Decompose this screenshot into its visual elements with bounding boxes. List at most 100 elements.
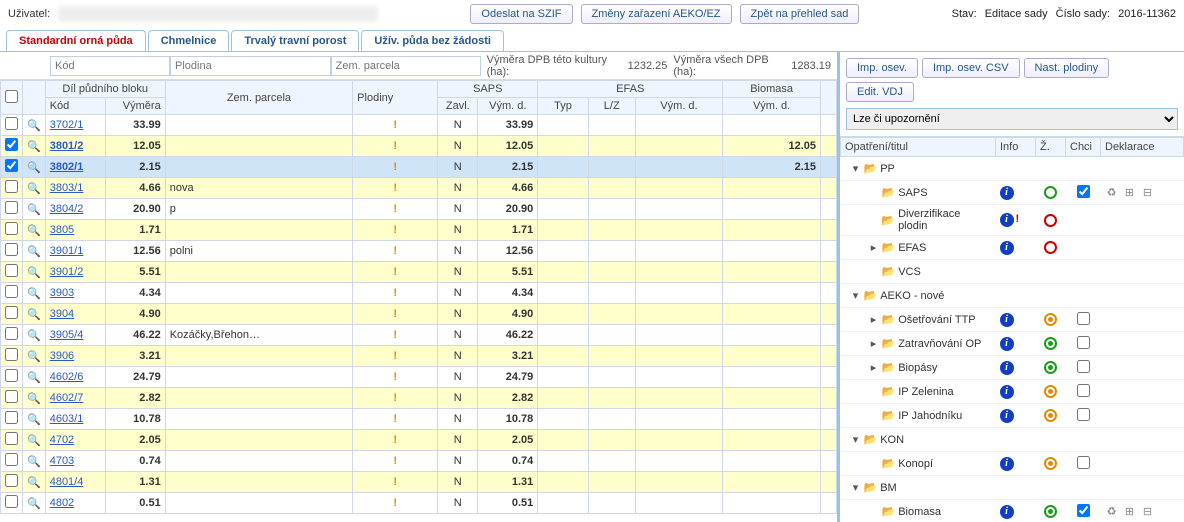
tree-row[interactable]: ▸📂EFASi: [841, 236, 1184, 260]
row-checkbox[interactable]: [5, 180, 18, 193]
expand-arrow-icon[interactable]: ▸: [869, 241, 879, 254]
chci-checkbox[interactable]: [1077, 384, 1090, 397]
hdr-zavl[interactable]: Zavl.: [438, 98, 478, 115]
magnify-icon[interactable]: 🔍: [27, 225, 41, 237]
table-row[interactable]: 🔍4602/624.79!N24.79: [1, 367, 837, 388]
info-icon[interactable]: i: [1000, 457, 1014, 471]
magnify-icon[interactable]: 🔍: [27, 246, 41, 258]
table-row[interactable]: 🔍3905/446.22Kozáčky,Břehon…!N46.22: [1, 325, 837, 346]
chci-checkbox[interactable]: [1077, 360, 1090, 373]
kod-link[interactable]: 3702/1: [50, 119, 84, 131]
magnify-icon[interactable]: 🔍: [27, 162, 41, 174]
expand-arrow-icon[interactable]: ▸: [869, 361, 879, 374]
minus-icon[interactable]: ⊟: [1141, 186, 1155, 199]
tree-row[interactable]: 📂Diverzifikace plodini!: [841, 205, 1184, 236]
table-row[interactable]: 🔍3901/25.51!N5.51: [1, 262, 837, 283]
magnify-icon[interactable]: 🔍: [27, 372, 41, 384]
magnify-icon[interactable]: 🔍: [27, 498, 41, 510]
row-checkbox[interactable]: [5, 432, 18, 445]
kod-link[interactable]: 3804/2: [50, 203, 84, 215]
table-row[interactable]: 🔍3803/14.66nova!N4.66: [1, 178, 837, 199]
hdr-checkall[interactable]: [1, 81, 23, 115]
btn-odeslat-szif[interactable]: Odeslat na SZIF: [470, 4, 572, 24]
btn-edit-vdj[interactable]: Edit. VDJ: [846, 82, 914, 102]
tree-row[interactable]: ▾📂AEKO - nové: [841, 284, 1184, 308]
table-row[interactable]: 🔍3801/212.05!N12.0512.05: [1, 136, 837, 157]
row-checkbox[interactable]: [5, 495, 18, 508]
table-row[interactable]: 🔍47022.05!N2.05: [1, 430, 837, 451]
magnify-icon[interactable]: 🔍: [27, 309, 41, 321]
filter-plodina[interactable]: [170, 56, 331, 76]
expand-arrow-icon[interactable]: ▾: [851, 289, 861, 302]
kod-link[interactable]: 4602/6: [50, 371, 84, 383]
row-checkbox[interactable]: [5, 327, 18, 340]
expand-arrow-icon[interactable]: ▾: [851, 162, 861, 175]
chci-checkbox[interactable]: [1077, 408, 1090, 421]
hdr-saps-vymd[interactable]: Vým. d.: [478, 98, 538, 115]
tree-row[interactable]: 📂SAPSi♻⊞⊟: [841, 181, 1184, 205]
row-checkbox[interactable]: [5, 474, 18, 487]
tree-row[interactable]: ▾📂KON: [841, 428, 1184, 452]
table-row[interactable]: 🔍3802/12.15!N2.152.15: [1, 157, 837, 178]
kod-link[interactable]: 4702: [50, 434, 74, 446]
hdr-bio-vymd[interactable]: Vým. d.: [723, 98, 821, 115]
row-checkbox[interactable]: [5, 453, 18, 466]
kod-link[interactable]: 3903: [50, 287, 74, 299]
kod-link[interactable]: 3803/1: [50, 182, 84, 194]
table-row[interactable]: 🔍3702/133.99!N33.99: [1, 115, 837, 136]
kod-link[interactable]: 3901/1: [50, 245, 84, 257]
kod-link[interactable]: 3905/4: [50, 329, 84, 341]
filter-upozorneni-select[interactable]: Lze či upozornění: [846, 108, 1178, 130]
table-row[interactable]: 🔍39063.21!N3.21: [1, 346, 837, 367]
table-row[interactable]: 🔍4801/41.31!N1.31: [1, 472, 837, 493]
info-icon[interactable]: i: [1000, 186, 1014, 200]
row-checkbox[interactable]: [5, 138, 18, 151]
hdr-lz[interactable]: L/Z: [588, 98, 635, 115]
filter-kod[interactable]: [50, 56, 170, 76]
row-checkbox[interactable]: [5, 222, 18, 235]
magnify-icon[interactable]: 🔍: [27, 330, 41, 342]
tab-standardni-orna-puda[interactable]: Standardní orná půda: [6, 30, 146, 51]
magnify-icon[interactable]: 🔍: [27, 141, 41, 153]
tree-row[interactable]: 📂Biomasai♻⊞⊟: [841, 500, 1184, 522]
row-checkbox[interactable]: [5, 348, 18, 361]
magnify-icon[interactable]: 🔍: [27, 414, 41, 426]
tree-row[interactable]: 📂IP Zeleninai: [841, 380, 1184, 404]
magnify-icon[interactable]: 🔍: [27, 351, 41, 363]
tree-row[interactable]: ▸📂Biopásyi: [841, 356, 1184, 380]
table-row[interactable]: 🔍47030.74!N0.74: [1, 451, 837, 472]
kod-link[interactable]: 4802: [50, 497, 74, 509]
btn-imp-osev[interactable]: Imp. osev.: [846, 58, 918, 78]
kod-link[interactable]: 3801/2: [50, 140, 84, 152]
recycle-icon[interactable]: ♻: [1105, 505, 1119, 518]
expand-arrow-icon[interactable]: ▾: [851, 433, 861, 446]
kod-link[interactable]: 3906: [50, 350, 74, 362]
recycle-icon[interactable]: ♻: [1105, 186, 1119, 199]
magnify-icon[interactable]: 🔍: [27, 393, 41, 405]
tree-row[interactable]: ▸📂Zatravňování OPi: [841, 332, 1184, 356]
info-icon[interactable]: i: [1000, 313, 1014, 327]
expand-arrow-icon[interactable]: ▸: [869, 313, 879, 326]
chci-checkbox[interactable]: [1077, 504, 1090, 517]
row-checkbox[interactable]: [5, 201, 18, 214]
magnify-icon[interactable]: 🔍: [27, 288, 41, 300]
info-icon[interactable]: i: [1000, 361, 1014, 375]
row-checkbox[interactable]: [5, 159, 18, 172]
row-checkbox[interactable]: [5, 117, 18, 130]
plus-icon[interactable]: ⊞: [1123, 505, 1137, 518]
magnify-icon[interactable]: 🔍: [27, 183, 41, 195]
tree-row[interactable]: 📂IP Jahodníkui: [841, 404, 1184, 428]
kod-link[interactable]: 3805: [50, 224, 74, 236]
plus-icon[interactable]: ⊞: [1123, 186, 1137, 199]
kod-link[interactable]: 4603/1: [50, 413, 84, 425]
chci-checkbox[interactable]: [1077, 456, 1090, 469]
table-row[interactable]: 🔍3901/112.56polni!N12.56: [1, 241, 837, 262]
hdr-kod[interactable]: Kód: [45, 98, 105, 115]
magnify-icon[interactable]: 🔍: [27, 456, 41, 468]
table-row[interactable]: 🔍39044.90!N4.90: [1, 304, 837, 325]
tree-row[interactable]: ▾📂BM: [841, 476, 1184, 500]
btn-zmeny-aeko[interactable]: Změny zařazení AEKO/EZ: [581, 4, 732, 24]
magnify-icon[interactable]: 🔍: [27, 120, 41, 132]
expand-arrow-icon[interactable]: ▾: [851, 481, 861, 494]
tab-chmelnice[interactable]: Chmelnice: [148, 30, 230, 51]
